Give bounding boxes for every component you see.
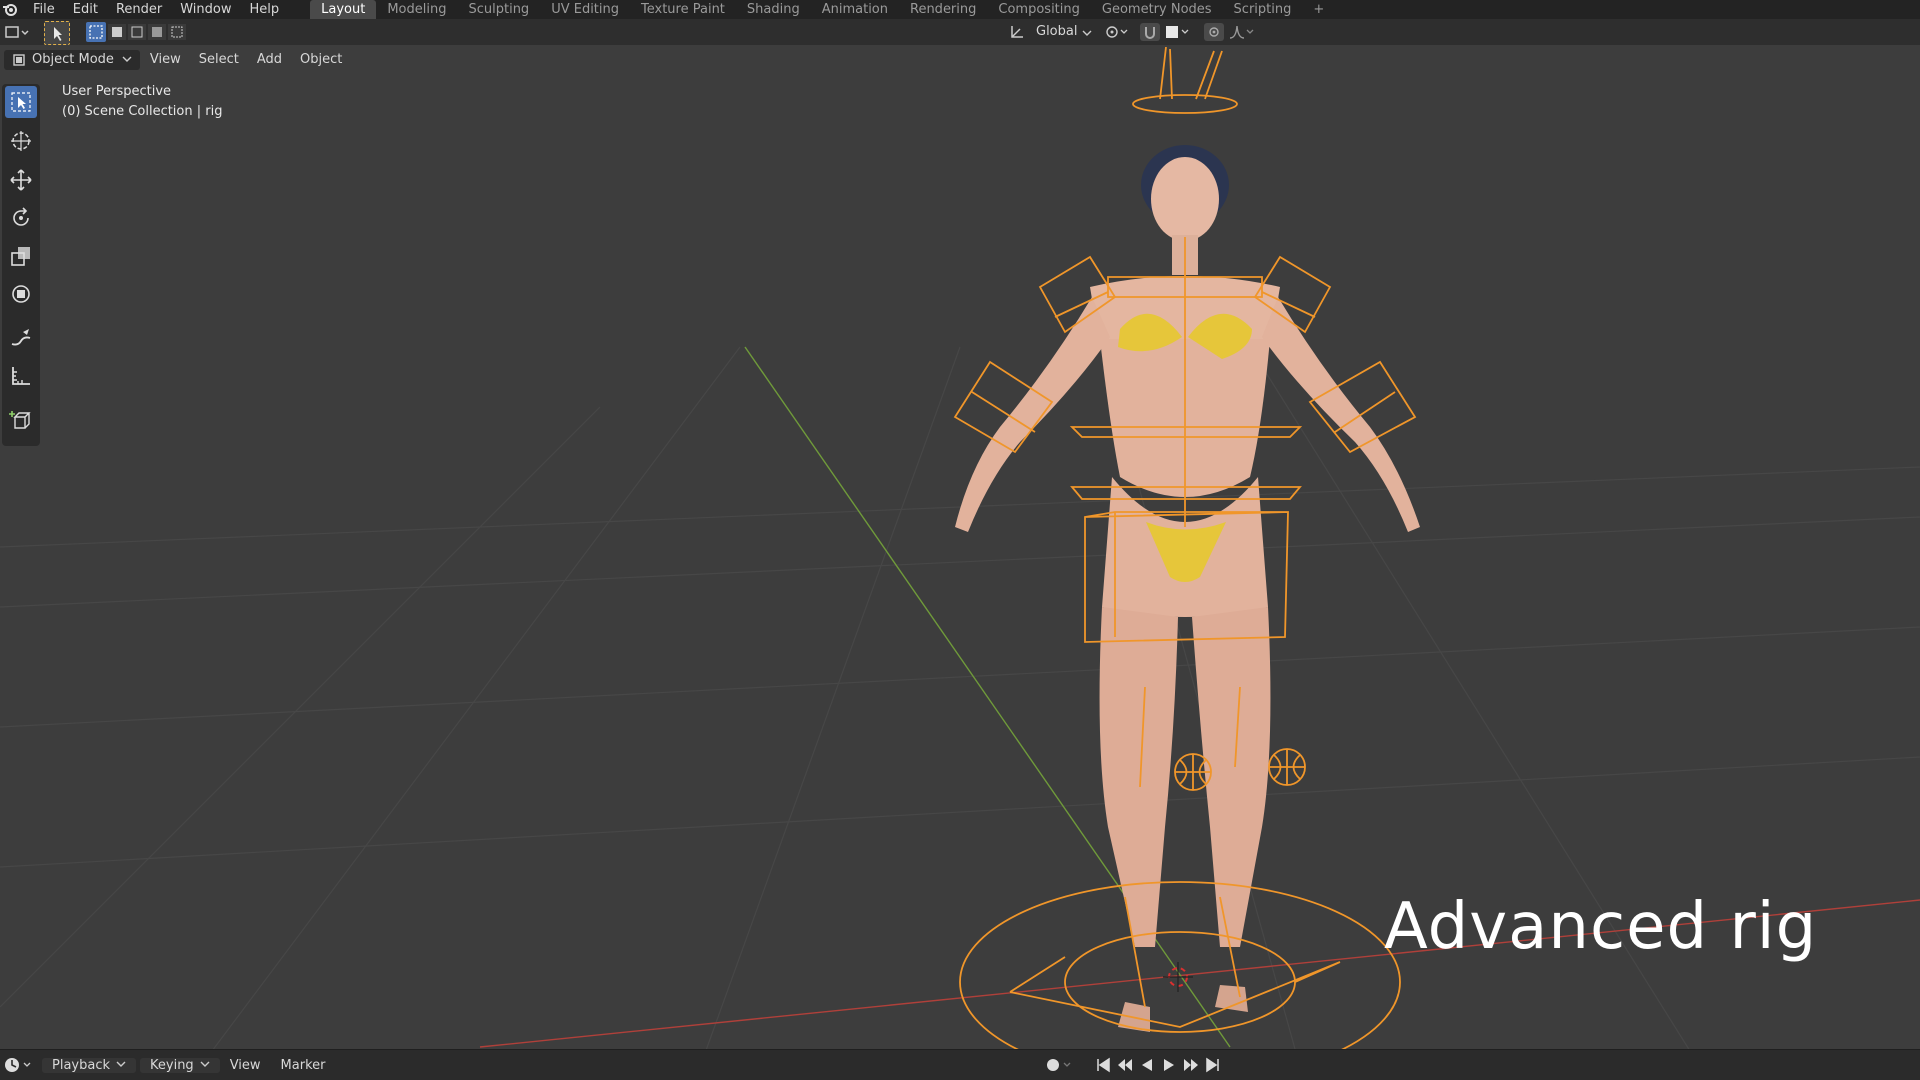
jump-end-icon [1206, 1057, 1219, 1073]
playback-controls [1094, 1056, 1222, 1074]
tab-scripting[interactable]: Scripting [1223, 0, 1303, 19]
blender-logo-icon[interactable] [2, 0, 20, 19]
editor-type-icon[interactable] [4, 23, 30, 41]
scene-collection-label: (0) Scene Collection | rig [62, 104, 223, 119]
play-icon [1164, 1059, 1174, 1071]
select-box-icon [11, 92, 31, 112]
chevron-down-icon [200, 1061, 210, 1067]
tab-layout[interactable]: Layout [310, 0, 377, 19]
tool-measure[interactable] [5, 360, 37, 392]
menu-help[interactable]: Help [241, 0, 289, 19]
transform-orientation-icon [1008, 23, 1026, 45]
caption-text: Advanced rig [1384, 890, 1818, 964]
tab-geometry-nodes[interactable]: Geometry Nodes [1091, 0, 1223, 19]
prev-keyframe-icon [1118, 1059, 1132, 1071]
auto-keying-icon[interactable] [1044, 1056, 1074, 1078]
playback-label: Playback [52, 1057, 111, 1073]
tab-shading[interactable]: Shading [736, 0, 811, 19]
proportional-editing-icon[interactable] [1204, 23, 1224, 41]
tool-scale[interactable] [5, 240, 37, 272]
menu-file[interactable]: File [24, 0, 64, 19]
timeline-header: Playback Keying View Marker [0, 1049, 1920, 1080]
select-tool-icon[interactable] [44, 21, 70, 45]
annotate-icon [11, 329, 31, 346]
falloff-icon[interactable] [1228, 24, 1256, 44]
next-keyframe-icon [1184, 1059, 1198, 1071]
tool-rotate[interactable] [5, 202, 37, 234]
chevron-down-icon [116, 1061, 126, 1067]
add-workspace-button[interactable]: + [1302, 0, 1335, 19]
play-reverse-icon [1142, 1059, 1152, 1071]
keying-menu[interactable]: Keying [140, 1057, 220, 1073]
measure-icon [12, 367, 30, 385]
cursor-icon [11, 131, 31, 151]
playback-menu[interactable]: Playback [42, 1057, 137, 1073]
tab-animation[interactable]: Animation [811, 0, 899, 19]
top-bar: File Edit Render Window Help Layout Mode… [0, 0, 1920, 19]
tab-compositing[interactable]: Compositing [987, 0, 1091, 19]
tab-sculpting[interactable]: Sculpting [457, 0, 540, 19]
tab-rendering[interactable]: Rendering [899, 0, 987, 19]
jump-start-icon [1097, 1057, 1110, 1073]
tool-select-box[interactable] [5, 86, 37, 118]
timeline-view-menu[interactable]: View [220, 1058, 271, 1073]
tool-shelf [2, 84, 40, 446]
tool-move[interactable] [5, 164, 37, 196]
marker-menu[interactable]: Marker [271, 1058, 336, 1073]
add-cube-icon [9, 411, 31, 429]
snap-target-icon[interactable] [1164, 24, 1192, 44]
tool-transform[interactable] [5, 278, 37, 310]
select-mode-icons[interactable] [86, 22, 190, 42]
transform-icon [12, 285, 30, 303]
tool-settings-bar: Global [0, 19, 1920, 45]
pivot-point-icon[interactable] [1104, 24, 1130, 44]
rotate-icon [13, 207, 29, 226]
tab-uv-editing[interactable]: UV Editing [540, 0, 630, 19]
menu-window[interactable]: Window [171, 0, 240, 19]
tool-cursor[interactable] [5, 125, 37, 157]
move-icon [10, 169, 32, 191]
view-perspective-label: User Perspective [62, 84, 172, 99]
timeline-editor-icon[interactable] [2, 1055, 36, 1075]
menu-edit[interactable]: Edit [64, 0, 107, 19]
scale-icon [11, 247, 30, 266]
keying-label: Keying [150, 1057, 194, 1073]
tab-texture-paint[interactable]: Texture Paint [630, 0, 736, 19]
tool-add-cube[interactable] [5, 404, 37, 436]
snap-icon[interactable] [1140, 23, 1160, 41]
menu-render[interactable]: Render [107, 0, 171, 19]
character-model [955, 145, 1420, 1032]
tool-annotate[interactable] [5, 322, 37, 354]
tab-modeling[interactable]: Modeling [376, 0, 457, 19]
chevron-down-icon [1082, 27, 1092, 42]
